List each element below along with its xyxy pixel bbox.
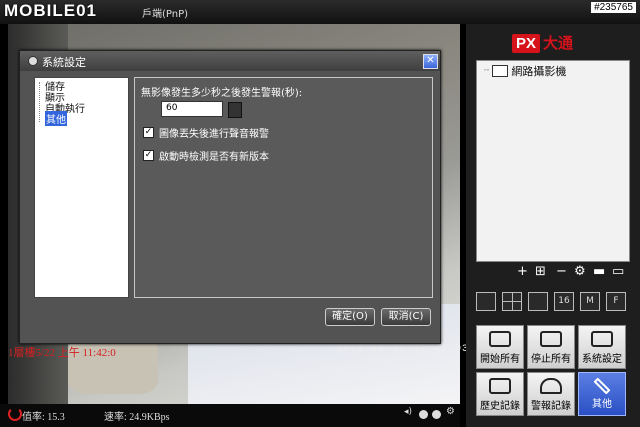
bitrate-text: 速率: 24.9KBps [104, 412, 170, 423]
watermark-id: #235765 [591, 2, 636, 13]
ok-button[interactable]: 確定(O) [325, 308, 375, 326]
bell-icon [540, 378, 562, 394]
tree-item-other[interactable]: 其他 [45, 111, 67, 126]
check-update-label: 啟動時檢測是否有新版本 [159, 152, 269, 163]
volume-icon[interactable]: ◂) [404, 407, 412, 417]
camera-icon [492, 65, 509, 77]
system-settings-dialog: 系統設定 ✕ 儲存 顯示 自動執行 其他 無影像發生多少秒之後發生警報(秒): … [19, 50, 441, 344]
watermark-logo: MOBILE01 [4, 1, 98, 20]
snapshot-icon[interactable] [432, 410, 441, 419]
sound-alarm-label: 圖像丟失後進行聲音報警 [159, 129, 269, 140]
record-icon[interactable] [419, 410, 428, 419]
layout-4-button[interactable] [502, 292, 522, 311]
other-label: 其他 [592, 399, 612, 410]
settings-icon[interactable]: ⚙ [574, 265, 586, 279]
close-icon[interactable]: ✕ [423, 54, 438, 69]
device-tree-label: 網路攝影機 [511, 65, 567, 78]
system-settings-button[interactable]: 系統設定 [578, 325, 626, 369]
dialog-app-icon [28, 56, 38, 66]
sound-alarm-checkbox[interactable]: ✓ [143, 127, 154, 138]
video-osd-caption: 1層樓5/22 上午 11:42:0 [8, 347, 116, 359]
alarm-log-button[interactable]: 警報記錄 [527, 372, 575, 416]
app-title: 戶端(PnP) [142, 9, 189, 20]
tree-guide-line [39, 82, 41, 122]
plus-icon[interactable]: + [517, 265, 528, 279]
sound-alarm-option[interactable]: ✓ 圖像丟失後進行聲音報警 [143, 125, 269, 140]
start-all-button[interactable]: 開始所有 [476, 325, 524, 369]
device-tree[interactable] [476, 60, 630, 262]
settings-pane: 無影像發生多少秒之後發生警報(秒): 60 ✓ 圖像丟失後進行聲音報警 ✓ 啟動… [134, 77, 433, 298]
video-osd-timestamp: 2013-05-22 11:42:03 [336, 344, 470, 355]
check-update-option[interactable]: ✓ 啟動時檢測是否有新版本 [143, 148, 269, 163]
stepper-arrows-icon[interactable] [228, 102, 242, 118]
alarm-seconds-value: 60 [166, 103, 178, 113]
settings-category-tree: 儲存 顯示 自動執行 其他 [34, 77, 129, 298]
stop-all-icon [540, 331, 562, 347]
brand-logo: PX 大通 [512, 32, 573, 53]
history-label: 歷史記錄 [480, 401, 520, 412]
layout-f-button[interactable]: F [606, 292, 626, 311]
power-icon[interactable] [8, 407, 22, 421]
wrench-icon [593, 377, 611, 395]
history-button[interactable]: 歷史記錄 [476, 372, 524, 416]
other-button[interactable]: 其他 [578, 372, 626, 416]
start-all-icon [489, 331, 511, 347]
status-bar: 值率: 15.3 速率: 24.9KBps ◂) ⚙ [0, 404, 460, 427]
frame-rate-text: 值率: 15.3 [22, 412, 65, 423]
card-icon[interactable]: ▬ [593, 265, 605, 279]
minus-icon[interactable]: − [556, 265, 567, 279]
layout-m-button[interactable]: M [580, 292, 600, 311]
layout-9-button[interactable] [528, 292, 548, 311]
alarm-seconds-stepper[interactable]: 60 [161, 101, 242, 118]
window-icon[interactable]: ▭ [612, 265, 624, 279]
system-settings-label: 系統設定 [582, 354, 622, 365]
add-device-icon[interactable]: ⊞ [535, 265, 546, 279]
layout-16-button[interactable]: 16 [554, 292, 574, 311]
dialog-title-bar[interactable]: 系統設定 ✕ [20, 51, 440, 71]
system-settings-icon [591, 331, 613, 347]
gear-icon[interactable]: ⚙ [446, 406, 455, 417]
check-update-checkbox[interactable]: ✓ [143, 150, 154, 161]
cancel-button[interactable]: 取消(C) [381, 308, 431, 326]
tree-connector: ┈ [484, 66, 490, 76]
dialog-title: 系統設定 [42, 56, 86, 69]
alarm-log-label: 警報記錄 [531, 401, 571, 412]
stop-all-label: 停止所有 [531, 354, 571, 365]
layout-1-button[interactable] [476, 292, 496, 311]
stop-all-button[interactable]: 停止所有 [527, 325, 575, 369]
device-tree-item[interactable]: ┈ 網路攝影機 [484, 63, 566, 79]
no-image-alarm-label: 無影像發生多少秒之後發生警報(秒): [141, 88, 303, 99]
start-all-label: 開始所有 [480, 354, 520, 365]
history-icon [489, 378, 511, 394]
